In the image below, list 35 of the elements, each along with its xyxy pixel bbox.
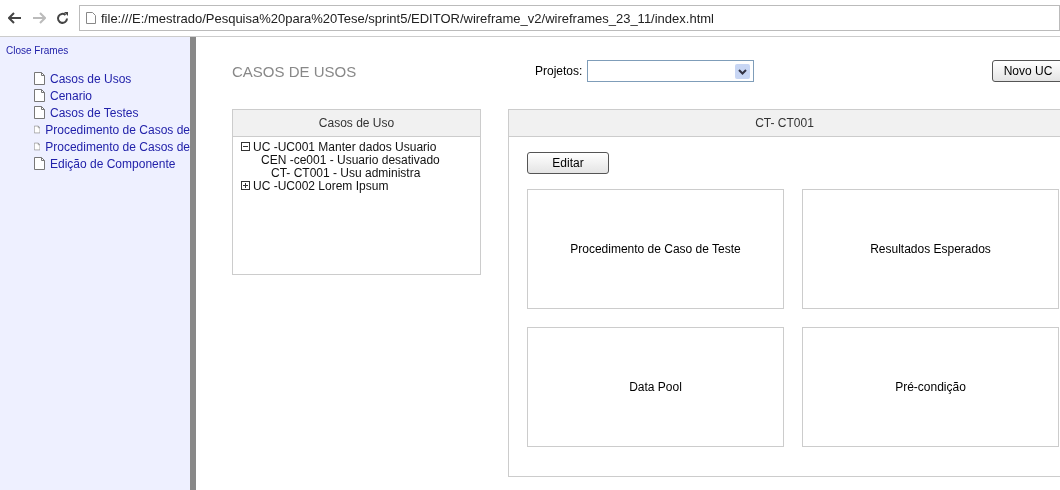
new-uc-button[interactable]: Novo UC	[992, 60, 1060, 82]
sidebar-link[interactable]: Edição de Componente	[50, 156, 176, 171]
projects-label: Projetos:	[535, 64, 583, 78]
collapse-icon[interactable]	[241, 142, 250, 151]
card-title: Resultados Esperados	[870, 242, 991, 256]
document-icon	[34, 123, 41, 136]
card-title: Data Pool	[629, 380, 682, 394]
document-icon	[34, 140, 41, 153]
panel-title: Casos de Uso	[233, 110, 480, 137]
card-title: Pré-condição	[895, 380, 966, 394]
back-icon[interactable]	[8, 12, 22, 24]
edit-button[interactable]: Editar	[527, 152, 609, 174]
panel-title: CT- CT001	[509, 110, 1060, 137]
close-frames-link[interactable]: Close Frames	[0, 45, 190, 56]
document-icon	[34, 72, 45, 85]
tree-item[interactable]: UC -UC001 Manter dados Usuario	[253, 139, 437, 154]
sidebar-link[interactable]: Casos de Testes	[50, 105, 139, 120]
page-icon	[86, 12, 96, 24]
url-text: file:///E:/mestrado/Pesquisa%20para%20Tese/sprint5/EDITOR/wireframe_v2/wireframes_23_11/index.html	[101, 10, 714, 26]
page-title: CASOS DE USOS	[232, 62, 358, 80]
sidebar-link[interactable]: Procedimento de Casos de	[45, 122, 190, 137]
tree-item[interactable]: CT- CT001 - Usu administra	[271, 165, 421, 180]
address-bar[interactable]: file:///E:/mestrado/Pesquisa%20para%20Tese/sprint5/EDITOR/wireframe_v2/wireframes_23_11/index.html	[79, 5, 1060, 31]
document-icon	[34, 89, 45, 102]
projects-dropdown[interactable]	[587, 60, 755, 82]
tree-item[interactable]: UC -UC002 Lorem Ipsum	[253, 178, 389, 193]
tree-item[interactable]: CEN -ce001 - Usuario desativado	[261, 152, 440, 167]
document-icon	[34, 106, 45, 119]
sidebar-link[interactable]: Procedimento de Casos de	[45, 139, 190, 154]
sidebar-link[interactable]: Casos de Usos	[50, 71, 132, 86]
reload-icon[interactable]	[56, 11, 69, 25]
sidebar-link[interactable]: Cenario	[50, 88, 93, 103]
card-title: Procedimento de Caso de Teste	[570, 242, 741, 256]
document-icon	[34, 157, 45, 170]
expand-icon[interactable]	[241, 181, 250, 190]
